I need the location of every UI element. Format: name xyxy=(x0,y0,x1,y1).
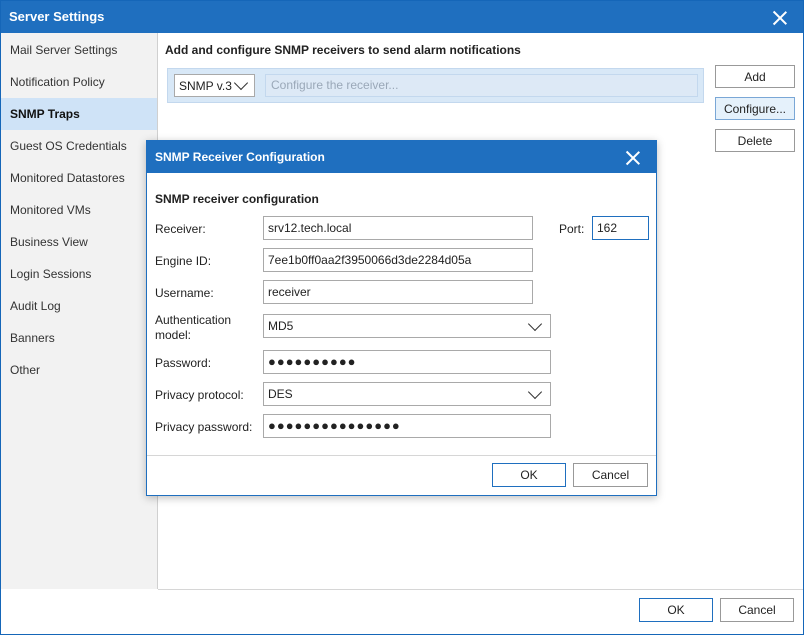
footer-divider xyxy=(158,589,803,590)
dialog-ok-button[interactable]: OK xyxy=(492,463,566,487)
chevron-down-icon xyxy=(528,317,542,331)
dialog-footer-divider xyxy=(147,455,656,456)
receiver-label: Receiver: xyxy=(155,222,206,236)
delete-button[interactable]: Delete xyxy=(715,129,795,152)
sidebar-item-snmp-traps[interactable]: SNMP Traps xyxy=(1,98,157,130)
sidebar-item-login-sessions[interactable]: Login Sessions xyxy=(1,258,157,290)
sidebar-item-monitored-datastores[interactable]: Monitored Datastores xyxy=(1,162,157,194)
receiver-field[interactable]: srv12.tech.local xyxy=(263,216,533,240)
auth-model-select[interactable]: MD5 xyxy=(263,314,551,338)
dialog-close-icon[interactable] xyxy=(625,150,641,166)
dialog-title: SNMP Receiver Configuration xyxy=(155,150,325,164)
sidebar-item-audit-log[interactable]: Audit Log xyxy=(1,290,157,322)
snmp-version-select[interactable]: SNMP v.3 xyxy=(174,74,255,97)
username-label: Username: xyxy=(155,286,214,300)
dialog-heading: SNMP receiver configuration xyxy=(155,192,319,206)
cancel-button[interactable]: Cancel xyxy=(720,598,794,622)
privacy-password-label: Privacy password: xyxy=(155,420,252,434)
sidebar-item-guest-os-credentials[interactable]: Guest OS Credentials xyxy=(1,130,157,162)
receiver-row: SNMP v.3 Configure the receiver... xyxy=(167,68,704,103)
snmp-receiver-dialog: SNMP Receiver Configuration SNMP receive… xyxy=(146,140,657,496)
window-titlebar: Server Settings xyxy=(1,1,803,33)
sidebar-item-mail-server-settings[interactable]: Mail Server Settings xyxy=(1,34,157,66)
chevron-down-icon xyxy=(234,76,248,90)
panel-heading: Add and configure SNMP receivers to send… xyxy=(165,43,521,57)
settings-sidebar: Mail Server Settings Notification Policy… xyxy=(1,33,158,589)
password-field[interactable]: ●●●●●●●●●● xyxy=(263,350,551,374)
ok-button[interactable]: OK xyxy=(639,598,713,622)
configure-button[interactable]: Configure... xyxy=(715,97,795,120)
privacy-protocol-select[interactable]: DES xyxy=(263,382,551,406)
auth-model-value: MD5 xyxy=(268,319,293,333)
sidebar-item-banners[interactable]: Banners xyxy=(1,322,157,354)
auth-model-label-line1: Authentication xyxy=(155,313,231,327)
engine-id-label: Engine ID: xyxy=(155,254,211,268)
receiver-input[interactable]: Configure the receiver... xyxy=(265,74,698,97)
port-label: Port: xyxy=(559,222,584,236)
username-field[interactable]: receiver xyxy=(263,280,533,304)
privacy-protocol-label: Privacy protocol: xyxy=(155,388,244,402)
privacy-protocol-value: DES xyxy=(268,387,293,401)
dialog-titlebar: SNMP Receiver Configuration xyxy=(147,141,656,173)
snmp-version-value: SNMP v.3 xyxy=(179,79,232,93)
dialog-cancel-button[interactable]: Cancel xyxy=(573,463,648,487)
sidebar-item-business-view[interactable]: Business View xyxy=(1,226,157,258)
sidebar-item-monitored-vms[interactable]: Monitored VMs xyxy=(1,194,157,226)
chevron-down-icon xyxy=(528,385,542,399)
auth-model-label-line2: model: xyxy=(155,328,191,342)
add-button[interactable]: Add xyxy=(715,65,795,88)
engine-id-field[interactable]: 7ee1b0ff0aa2f3950066d3de2284d05a xyxy=(263,248,533,272)
password-label: Password: xyxy=(155,356,211,370)
port-field[interactable]: 162 xyxy=(592,216,649,240)
window-title: Server Settings xyxy=(9,9,104,24)
sidebar-item-notification-policy[interactable]: Notification Policy xyxy=(1,66,157,98)
window-close-icon[interactable] xyxy=(772,10,788,26)
sidebar-item-other[interactable]: Other xyxy=(1,354,157,386)
privacy-password-field[interactable]: ●●●●●●●●●●●●●●● xyxy=(263,414,551,438)
